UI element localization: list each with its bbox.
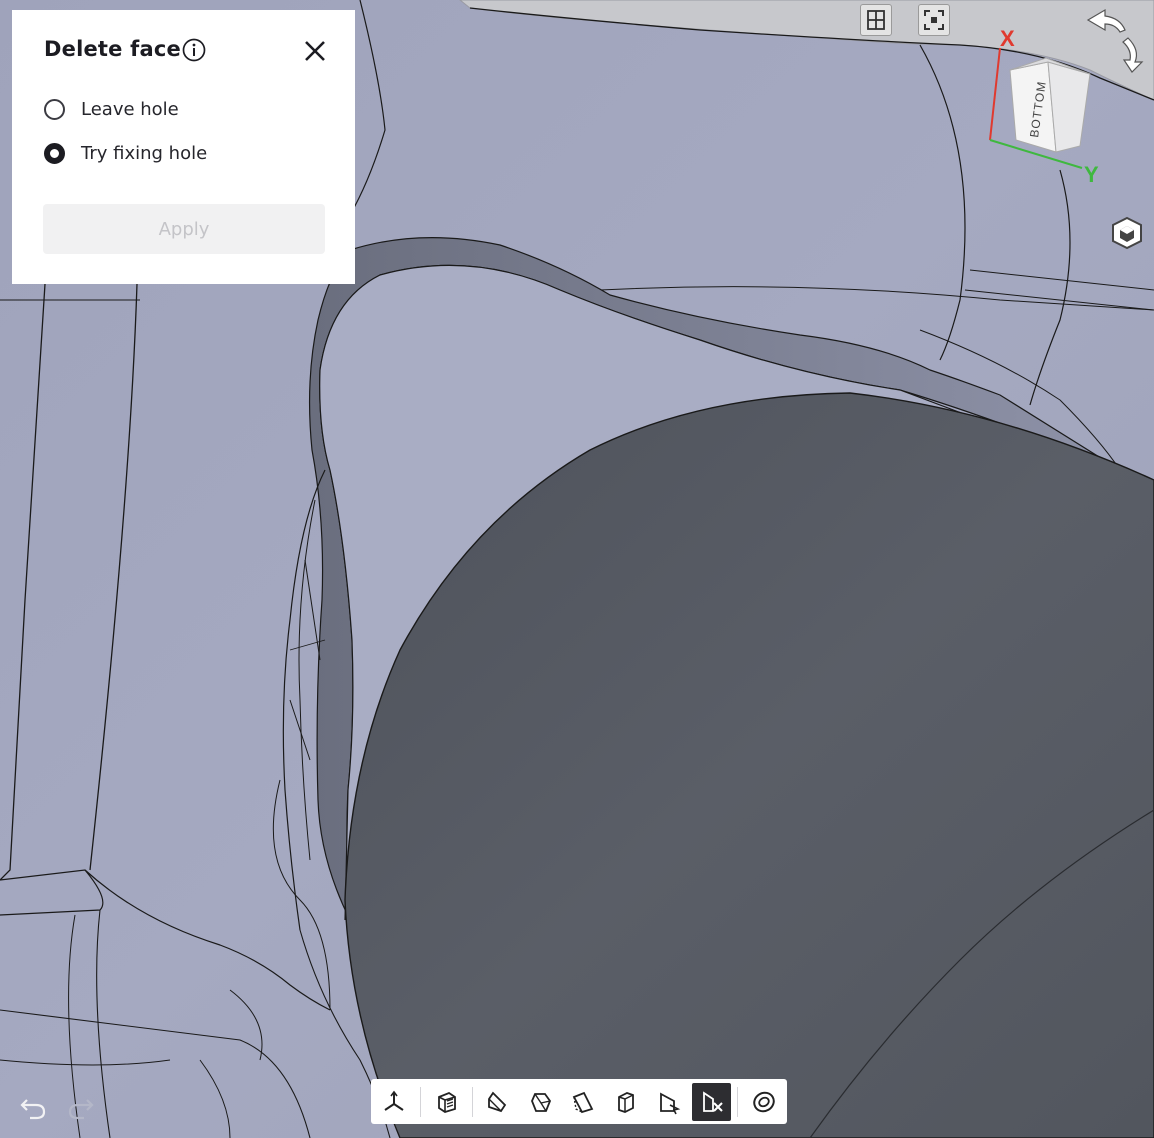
close-button[interactable]: [298, 34, 332, 68]
front-view-icon: [487, 1091, 507, 1112]
delete-face-icon: [702, 1090, 723, 1112]
axes-view-button[interactable]: [375, 1083, 414, 1121]
view-cube[interactable]: X Y BOTTOM: [980, 0, 1154, 190]
option-label: Try fixing hole: [81, 143, 208, 164]
undo-button[interactable]: [18, 1092, 48, 1122]
rotate-arrows-icon[interactable]: [1086, 8, 1144, 73]
cube-icon: [1112, 216, 1142, 250]
axes-view-icon: [384, 1090, 404, 1111]
section-view-icon: [867, 10, 885, 30]
redo-icon: [68, 1099, 94, 1120]
section-view-button[interactable]: [860, 4, 892, 36]
option-leave-hole[interactable]: Leave hole: [44, 99, 179, 120]
option-try-fixing-hole[interactable]: Try fixing hole: [44, 143, 207, 164]
axis-x-line: [989, 47, 1001, 141]
top-view-button[interactable]: [564, 1083, 603, 1121]
axis-x-label: X: [1000, 26, 1015, 51]
option-label: Leave hole: [81, 99, 179, 120]
radio-try-fixing-hole[interactable]: [44, 143, 65, 164]
delete-face-button[interactable]: [692, 1082, 732, 1121]
fit-view-icon: [924, 10, 944, 30]
close-icon: [305, 41, 325, 61]
undo-icon: [20, 1099, 46, 1120]
view-mode-button[interactable]: [1108, 214, 1146, 252]
shaded-view-button[interactable]: [427, 1083, 466, 1121]
info-icon[interactable]: [182, 38, 206, 62]
iso-view-icon: [618, 1091, 635, 1113]
cube[interactable]: BOTTOM: [1009, 57, 1091, 153]
apply-button[interactable]: Apply: [43, 204, 325, 254]
side-view-icon: [530, 1092, 551, 1112]
view-toolbar: [371, 1079, 787, 1124]
toolbar-separator: [737, 1086, 739, 1117]
side-view-button[interactable]: [521, 1083, 560, 1121]
surface-button[interactable]: [744, 1083, 783, 1121]
toolbar-separator: [419, 1086, 421, 1117]
axis-y-label: Y: [1084, 162, 1099, 187]
surface-icon: [752, 1091, 775, 1112]
select-view-icon: [660, 1091, 681, 1114]
panel-title: Delete face: [44, 37, 181, 61]
delete-face-panel: Delete face Leave hole Try fixing hole A…: [12, 10, 355, 284]
fit-view-button[interactable]: [918, 4, 950, 36]
redo-button[interactable]: [66, 1092, 96, 1122]
shaded-view-icon: [438, 1091, 457, 1113]
select-view-button[interactable]: [650, 1083, 689, 1121]
radio-leave-hole[interactable]: [44, 99, 65, 120]
front-view-button[interactable]: [479, 1083, 518, 1121]
iso-view-button[interactable]: [607, 1083, 646, 1121]
toolbar-separator: [471, 1086, 473, 1117]
top-view-icon: [573, 1091, 594, 1113]
